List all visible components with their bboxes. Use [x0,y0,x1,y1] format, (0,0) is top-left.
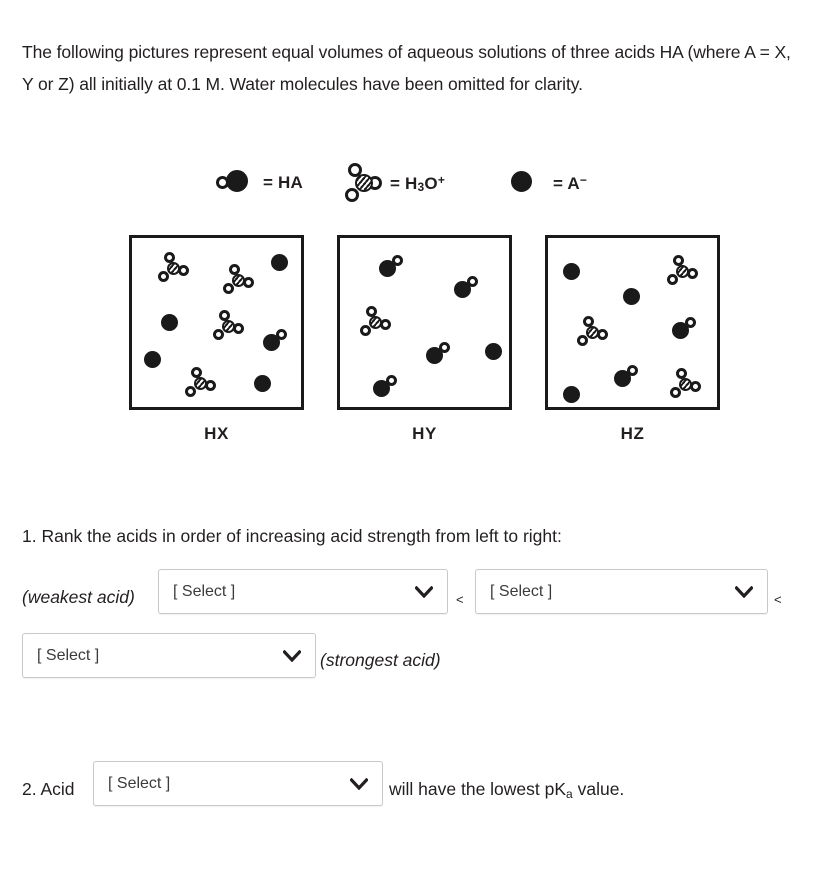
rank-select-1[interactable]: [ Select ] [158,569,448,614]
legend-label-hydronium: = H3O+ [390,172,446,194]
hydronium-molecule-icon [342,160,388,206]
anion-icon [505,160,551,206]
legend-item-anion: = A− [505,160,587,206]
solution-box-label-hx: HX [204,424,229,443]
chevron-down-icon [344,777,382,790]
strongest-acid-label: (strongest acid) [320,650,441,670]
question1-prompt: 1. Rank the acids in order of increasing… [22,526,562,546]
solution-box-hz [545,235,720,410]
solution-box-label-hz: HZ [620,424,645,443]
question2-prefix: 2. Acid [22,779,75,799]
rank-select-1-value: [ Select ] [173,582,236,600]
rank-select-3-value: [ Select ] [37,646,100,664]
rank-select-3[interactable]: [ Select ] [22,633,316,678]
lowest-pka-select[interactable]: [ Select ] [93,761,383,806]
solution-box-hx [129,235,304,410]
legend-label-anion: = A− [553,172,588,193]
less-than-sign-1: < [456,592,464,607]
legend: = HA = H3O+ = A− [215,160,615,210]
solution-box-hy [337,235,512,410]
rank-select-2[interactable]: [ Select ] [475,569,768,614]
chevron-down-icon [409,585,447,598]
lowest-pka-select-value: [ Select ] [108,774,171,792]
legend-item-ha: = HA [215,160,303,206]
less-than-sign-2: < [774,592,782,607]
legend-item-hydronium: = H3O+ [342,160,445,206]
rank-select-2-value: [ Select ] [490,582,553,600]
legend-label-ha: = HA [263,173,304,192]
chevron-down-icon [277,649,315,662]
solution-box-label-hy: HY [412,424,437,443]
chevron-down-icon [729,585,767,598]
weakest-acid-label: (weakest acid) [22,587,135,607]
ha-molecule-icon [215,160,261,206]
question2-suffix: will have the lowest pKa value. [389,779,625,801]
intro-paragraph: The following pictures represent equal v… [22,42,791,94]
